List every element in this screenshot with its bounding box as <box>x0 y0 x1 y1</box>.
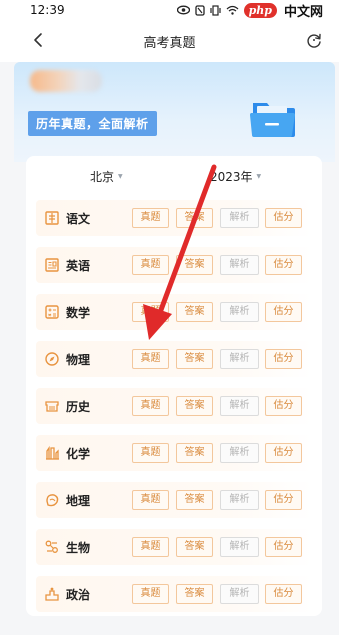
score-estimate-button[interactable]: 估分 <box>265 443 302 463</box>
analysis-button[interactable]: 解析 <box>220 490 259 510</box>
refresh-icon[interactable] <box>305 31 323 49</box>
real-exam-button[interactable]: 真题 <box>132 537 169 557</box>
subject-name: 语文 <box>66 212 91 226</box>
subject-name: 英语 <box>66 259 91 273</box>
real-exam-button[interactable]: 真题 <box>132 302 169 322</box>
real-exam-button[interactable]: 真题 <box>132 349 169 369</box>
answer-button[interactable]: 答案 <box>176 349 213 369</box>
score-estimate-button[interactable]: 估分 <box>265 302 302 322</box>
answer-button[interactable]: 答案 <box>176 255 213 275</box>
score-estimate-button[interactable]: 估分 <box>265 584 302 604</box>
score-estimate-button[interactable]: 估分 <box>265 537 302 557</box>
real-exam-button[interactable]: 真题 <box>132 490 169 510</box>
page-title: 高考真题 <box>143 35 196 51</box>
real-exam-button[interactable]: 真题 <box>132 443 169 463</box>
scroll-icon <box>45 401 59 412</box>
banner-slogan: 历年真题，全面解析 <box>28 111 157 136</box>
vibrate-icon <box>209 4 221 16</box>
wifi-icon <box>226 5 239 15</box>
score-estimate-button[interactable]: 估分 <box>265 255 302 275</box>
globe-icon <box>46 494 59 507</box>
status-time: 12:39 <box>30 3 65 17</box>
answer-button[interactable]: 答案 <box>176 537 213 557</box>
podium-icon <box>45 587 59 601</box>
answer-button[interactable]: 答案 <box>176 584 213 604</box>
answer-button[interactable]: 答案 <box>176 208 213 228</box>
analysis-button[interactable]: 解析 <box>220 255 259 275</box>
real-exam-button[interactable]: 真题 <box>132 208 169 228</box>
analysis-button[interactable]: 解析 <box>220 584 259 604</box>
caret-down-icon: ▼ <box>118 173 123 180</box>
score-estimate-button[interactable]: 估分 <box>265 396 302 416</box>
image-text-icon <box>45 258 59 272</box>
nfc-icon <box>194 4 205 16</box>
score-estimate-button[interactable]: 估分 <box>265 208 302 228</box>
subject-row: 英语 真题 答案 解析 估分 <box>36 247 312 283</box>
subject-name: 政治 <box>66 588 91 602</box>
compass-icon <box>45 352 59 366</box>
subject-name: 生物 <box>66 541 91 555</box>
year-filter[interactable]: 2023年 ▼ <box>210 168 261 185</box>
score-estimate-button[interactable]: 估分 <box>265 349 302 369</box>
real-exam-button[interactable]: 真题 <box>132 396 169 416</box>
answer-button[interactable]: 答案 <box>176 490 213 510</box>
dna-icon <box>45 540 58 553</box>
subject-name: 化学 <box>66 447 91 461</box>
analysis-button[interactable]: 解析 <box>220 396 259 416</box>
subject-name: 物理 <box>66 353 91 367</box>
answer-button[interactable]: 答案 <box>176 443 213 463</box>
subject-row: 语文 真题 答案 解析 估分 <box>36 200 312 236</box>
analysis-button[interactable]: 解析 <box>220 537 259 557</box>
analysis-button[interactable]: 解析 <box>220 302 259 322</box>
watermark-text: 中文网 <box>283 4 323 20</box>
answer-button[interactable]: 答案 <box>176 396 213 416</box>
book-icon <box>45 211 59 225</box>
subject-row: 生物 真题 答案 解析 估分 <box>36 529 312 565</box>
status-icons: php 中文网 <box>176 1 323 20</box>
answer-button[interactable]: 答案 <box>176 302 213 322</box>
nav-bar: 高考真题 <box>0 20 339 62</box>
subject-row: 物理 真题 答案 解析 估分 <box>36 341 312 377</box>
subject-name: 地理 <box>66 494 91 508</box>
subject-row: 数学 真题 答案 解析 估分 <box>36 294 312 330</box>
score-estimate-button[interactable]: 估分 <box>265 490 302 510</box>
folder-icon <box>249 103 295 137</box>
status-bar: 12:39 php 中文网 <box>0 0 339 20</box>
calculator-icon <box>45 305 59 319</box>
eye-icon <box>176 5 190 15</box>
caret-down-icon: ▼ <box>256 173 262 180</box>
subject-row: 政治 真题 答案 解析 估分 <box>36 576 312 612</box>
analysis-button[interactable]: 解析 <box>220 208 259 228</box>
analysis-button[interactable]: 解析 <box>220 349 259 369</box>
subject-row: 化学 真题 答案 解析 估分 <box>36 435 312 471</box>
region-filter[interactable]: 北京 ▼ <box>90 168 123 185</box>
back-arrow-icon[interactable] <box>30 31 48 49</box>
flask-icon <box>46 445 59 460</box>
real-exam-button[interactable]: 真题 <box>132 255 169 275</box>
avatar <box>30 70 102 92</box>
subject-name: 历史 <box>66 400 91 414</box>
subject-row: 历史 真题 答案 解析 估分 <box>36 388 312 424</box>
subject-row: 地理 真题 答案 解析 估分 <box>36 482 312 518</box>
subject-name: 数学 <box>66 306 91 320</box>
region-filter-label: 北京 <box>90 170 115 184</box>
year-filter-label: 2023年 <box>210 170 253 184</box>
analysis-button[interactable]: 解析 <box>220 443 259 463</box>
watermark-logo: php <box>243 2 277 18</box>
real-exam-button[interactable]: 真题 <box>132 584 169 604</box>
